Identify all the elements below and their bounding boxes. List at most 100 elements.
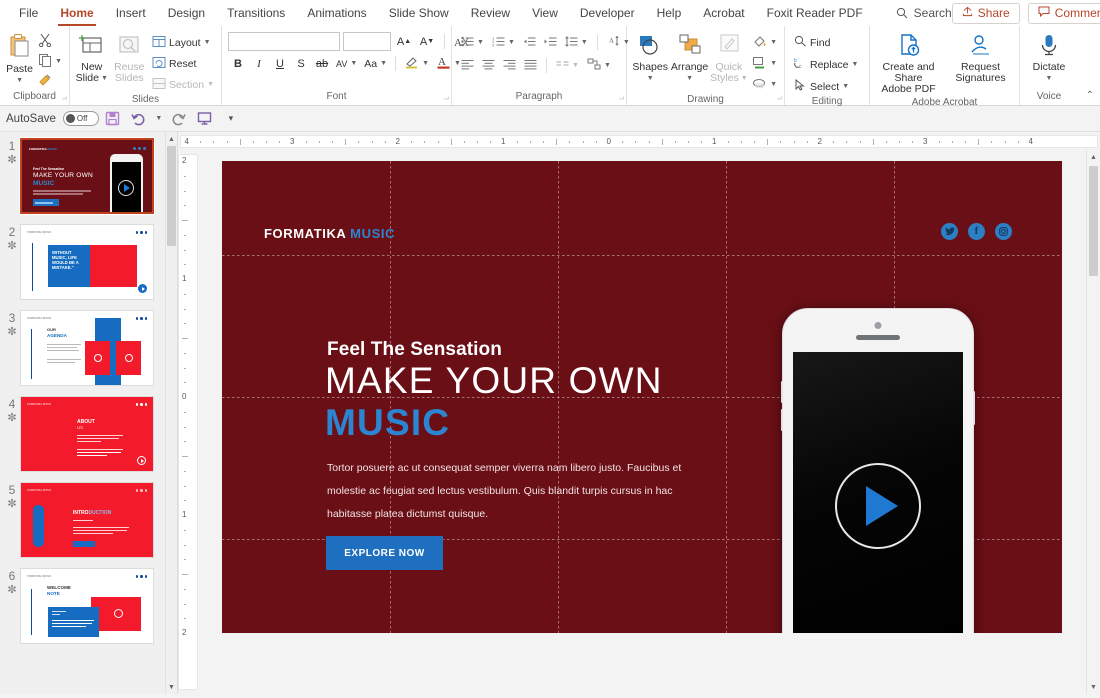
- redo-button[interactable]: [167, 108, 191, 130]
- decrease-font-size-button[interactable]: A▼: [417, 32, 437, 51]
- font-size-input[interactable]: [343, 32, 391, 51]
- phone-screen[interactable]: [793, 352, 963, 633]
- facebook-icon[interactable]: f: [968, 223, 985, 240]
- slide-thumbnail-6[interactable]: 6 ✼ FORMATIKA MUSIC WELCOME NOTE: [4, 568, 167, 644]
- bullets-caret[interactable]: ▼: [477, 39, 484, 46]
- find-button[interactable]: Find: [791, 33, 833, 52]
- create-share-adobe-pdf-button[interactable]: Create and Share Adobe PDF: [876, 31, 942, 97]
- search-input[interactable]: Search: [896, 6, 952, 20]
- line-spacing-caret[interactable]: ▼: [581, 39, 588, 46]
- increase-font-size-button[interactable]: A▲: [394, 32, 414, 51]
- numbering-caret[interactable]: ▼: [508, 39, 515, 46]
- font-name-input[interactable]: [228, 32, 340, 51]
- columns-caret[interactable]: ▼: [572, 62, 579, 69]
- paste-dropdown-caret[interactable]: ▼: [16, 75, 23, 86]
- new-slide-button[interactable]: New Slide ▼: [74, 31, 110, 86]
- shape-outline-caret[interactable]: ▼: [770, 60, 777, 67]
- cut-button[interactable]: [35, 32, 65, 51]
- vertical-ruler-bar[interactable]: 21012: [178, 154, 198, 690]
- slide-panel-scroll-down-button[interactable]: ▼: [166, 680, 177, 694]
- slide-thumbnail-2[interactable]: 2 ✼ FORMATIKA MUSIC WITHOUT MUSIC: [4, 224, 167, 300]
- save-button[interactable]: [101, 108, 125, 130]
- slide-headline-line2[interactable]: MUSIC: [325, 401, 450, 445]
- menu-item-slide-show[interactable]: Slide Show: [378, 3, 460, 24]
- play-button-icon[interactable]: [835, 463, 921, 549]
- slide-brand-logo[interactable]: FORMATIKA MUSIC: [264, 226, 395, 241]
- select-button[interactable]: Select ▼: [791, 77, 852, 96]
- collapse-ribbon-button[interactable]: ⌃: [1086, 90, 1094, 101]
- horizontal-ruler[interactable]: 432101234: [178, 132, 1100, 150]
- copy-dropdown-caret[interactable]: ▼: [55, 58, 62, 65]
- slide-thumbnail-6-preview[interactable]: FORMATIKA MUSIC WELCOME NOTE: [20, 568, 154, 644]
- horizontal-ruler-bar[interactable]: 432101234: [180, 135, 1098, 148]
- format-painter-button[interactable]: [35, 72, 65, 91]
- editor-vertical-scrollbar[interactable]: ▲ ▼: [1086, 150, 1100, 694]
- drawing-dialog-launcher[interactable]: [773, 94, 782, 103]
- align-right-button[interactable]: [500, 56, 519, 75]
- replace-button[interactable]: bc Replace ▼: [791, 55, 861, 74]
- start-presentation-button[interactable]: [193, 108, 217, 130]
- copy-button[interactable]: ▼: [35, 52, 65, 71]
- strikethrough-button[interactable]: ab: [312, 54, 332, 73]
- slide-thumbnail-4-preview[interactable]: FORMATIKA MUSIC ABOUT US: [20, 396, 154, 472]
- share-button[interactable]: Share: [952, 3, 1020, 24]
- slide-panel-scroll-track[interactable]: [166, 146, 177, 680]
- menu-item-developer[interactable]: Developer: [569, 3, 646, 24]
- bullets-button[interactable]: ▼: [458, 33, 487, 52]
- new-slide-dropdown-caret[interactable]: ▼: [101, 73, 108, 84]
- slide-thumbnail-5[interactable]: 5 ✼ FORMATIKA MUSIC INTRODUCTION: [4, 482, 167, 558]
- vertical-ruler[interactable]: 21012: [178, 150, 198, 694]
- editor-scroll-thumb[interactable]: [1089, 166, 1098, 276]
- text-shadow-button[interactable]: S: [291, 54, 311, 73]
- request-signatures-button[interactable]: Request Signatures: [948, 31, 1014, 86]
- shape-effects-button[interactable]: ▼: [749, 75, 780, 94]
- undo-button[interactable]: [127, 108, 151, 130]
- dictate-caret[interactable]: ▼: [1046, 73, 1053, 84]
- character-spacing-button[interactable]: AV ▼: [333, 54, 360, 73]
- columns-button[interactable]: ▼: [553, 56, 582, 75]
- dictate-button[interactable]: Dictate ▼: [1026, 31, 1072, 86]
- shapes-caret[interactable]: ▼: [647, 73, 654, 84]
- shape-outline-button[interactable]: ▼: [749, 54, 780, 73]
- underline-button[interactable]: U: [270, 54, 290, 73]
- menu-item-help[interactable]: Help: [646, 3, 693, 24]
- menu-item-acrobat[interactable]: Acrobat: [692, 3, 755, 24]
- editor-scroll-down-button[interactable]: ▼: [1087, 680, 1100, 694]
- arrange-caret[interactable]: ▼: [686, 73, 693, 84]
- change-case-caret[interactable]: ▼: [380, 60, 387, 67]
- slide-panel-scroll-up-button[interactable]: ▲: [166, 132, 177, 146]
- layout-dropdown-caret[interactable]: ▼: [204, 39, 211, 46]
- increase-indent-button[interactable]: [541, 33, 560, 52]
- slide-thumbnail-1[interactable]: 1 ✼ FORMATIKA MUSIC Feel The Sensation M…: [4, 138, 167, 214]
- line-spacing-button[interactable]: ▼: [562, 33, 591, 52]
- slide-thumbnail-1-preview[interactable]: FORMATIKA MUSIC Feel The Sensation MAKE …: [20, 138, 154, 214]
- slide-stage[interactable]: FORMATIKA MUSIC f Fee: [198, 150, 1086, 694]
- reset-button[interactable]: Reset: [149, 54, 217, 73]
- select-caret[interactable]: ▼: [842, 83, 849, 90]
- paste-button[interactable]: Paste ▼: [4, 31, 35, 88]
- justify-button[interactable]: [521, 56, 540, 75]
- slide-thumbnail-3[interactable]: 3 ✼ FORMATIKA MUSIC OUR AGENDA: [4, 310, 167, 386]
- clipboard-dialog-launcher[interactable]: [58, 94, 67, 103]
- replace-caret[interactable]: ▼: [852, 61, 859, 68]
- layout-button[interactable]: Layout ▼: [149, 33, 217, 52]
- convert-smartart-caret[interactable]: ▼: [604, 62, 611, 69]
- comments-button[interactable]: Comments: [1028, 3, 1100, 24]
- explore-now-button[interactable]: EXPLORE NOW: [326, 536, 443, 570]
- shape-fill-caret[interactable]: ▼: [770, 39, 777, 46]
- menu-item-file[interactable]: File: [8, 3, 49, 24]
- arrange-button[interactable]: Arrange ▼: [670, 31, 708, 86]
- align-center-button[interactable]: [479, 56, 498, 75]
- shape-effects-caret[interactable]: ▼: [770, 81, 777, 88]
- change-case-button[interactable]: Aa ▼: [361, 54, 390, 73]
- menu-item-view[interactable]: View: [521, 3, 569, 24]
- menu-item-animations[interactable]: Animations: [296, 3, 377, 24]
- current-slide-canvas[interactable]: FORMATIKA MUSIC f Fee: [222, 161, 1062, 633]
- font-dialog-launcher[interactable]: [440, 94, 449, 103]
- menu-item-design[interactable]: Design: [157, 3, 216, 24]
- twitter-icon[interactable]: [941, 223, 958, 240]
- convert-smartart-button[interactable]: ▼: [584, 56, 614, 75]
- menu-item-review[interactable]: Review: [460, 3, 521, 24]
- bold-button[interactable]: B: [228, 54, 248, 73]
- italic-button[interactable]: I: [249, 54, 269, 73]
